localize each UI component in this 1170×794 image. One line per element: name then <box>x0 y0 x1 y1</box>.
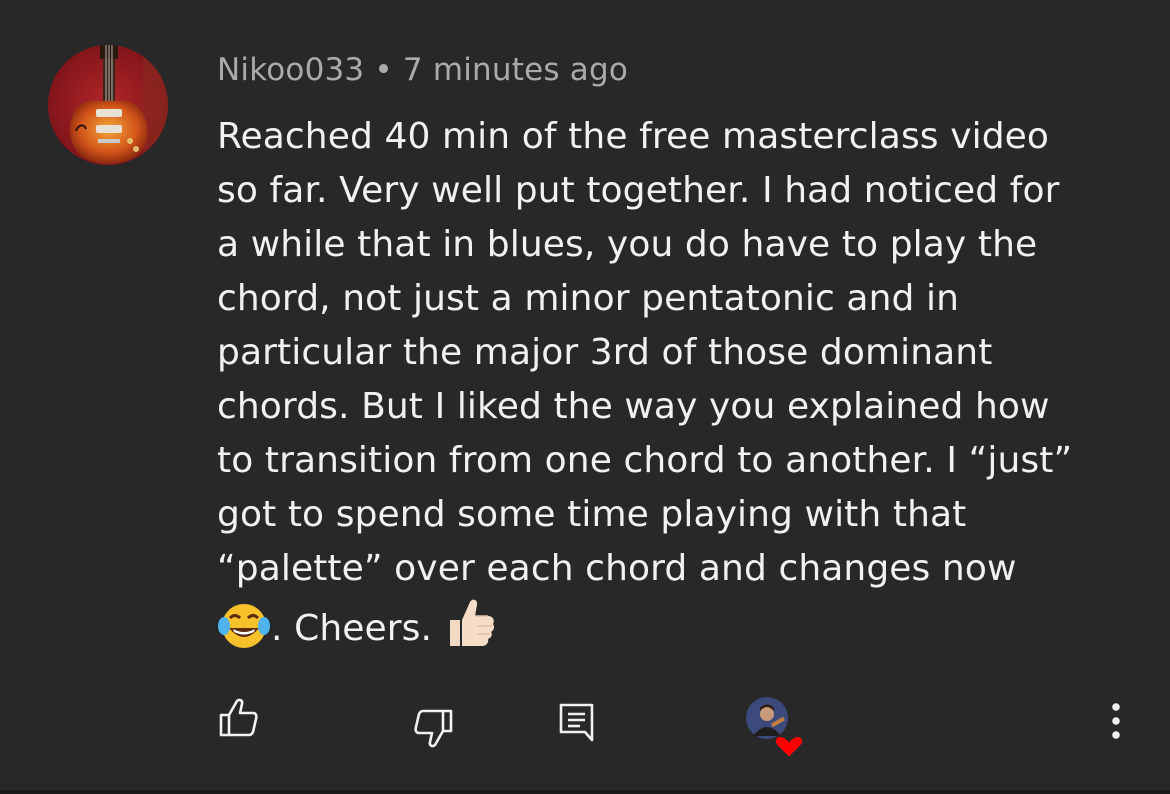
comment-line: chords. But I liked the way you explaine… <box>217 386 1050 427</box>
comment-line: to transition from one chord to another.… <box>217 440 1073 481</box>
reply-comment-icon[interactable] <box>558 702 596 744</box>
comment-last-text: . Cheers. <box>271 608 433 649</box>
thumbs-down-icon[interactable] <box>412 708 454 748</box>
comment-card: Nikoo033 • 7 minutes ago Reached 40 min of… <box>0 0 1170 794</box>
meta-separator: • <box>374 52 393 88</box>
comment-line: particular the major 3rd of those domina… <box>217 332 993 373</box>
comment-timestamp[interactable]: 7 minutes ago <box>403 52 628 88</box>
more-options-icon[interactable] <box>1110 702 1122 742</box>
comment-line: got to spend some time playing with that <box>217 494 967 535</box>
comment-line: Reached 40 min of the free masterclass v… <box>217 116 1050 157</box>
comment-line: chord, not just a minor pentatonic and i… <box>217 278 960 319</box>
comment-line: so far. Very well put together. I had no… <box>217 170 1060 211</box>
comment-line: “palette” over each chord and changes no… <box>217 548 1017 589</box>
author-avatar[interactable] <box>48 45 168 165</box>
tears-of-joy-emoji <box>217 602 271 666</box>
author-name[interactable]: Nikoo033 <box>217 52 364 88</box>
divider <box>0 790 1170 794</box>
comment-meta: Nikoo033 • 7 minutes ago <box>217 52 628 88</box>
thumbs-up-emoji <box>444 596 496 666</box>
comment-line: a while that in blues, you do have to pl… <box>217 224 1038 265</box>
comment-actions <box>0 690 1170 760</box>
comment-text: Reached 40 min of the free masterclass v… <box>217 110 1147 666</box>
comment-last-line: . Cheers. <box>217 596 1147 666</box>
creator-heart-badge <box>746 697 805 760</box>
thumbs-up-icon[interactable] <box>218 698 260 738</box>
